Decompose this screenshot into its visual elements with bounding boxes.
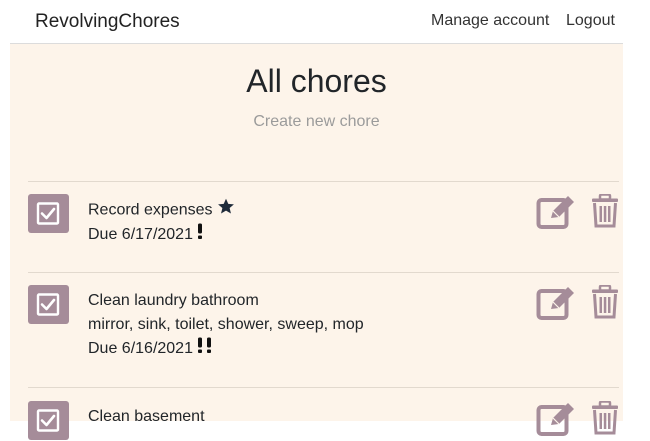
edit-icon[interactable] (536, 401, 576, 437)
chore-item: Clean laundry bathroom mirror, sink, toi… (28, 285, 619, 385)
main-content: All chores Create new chore Record expen… (10, 44, 623, 440)
chore-notes: mirror, sink, toilet, shower, sweep, mop (88, 316, 364, 333)
chore-title: Clean laundry bathroom (88, 292, 259, 309)
trash-icon[interactable] (591, 194, 619, 228)
list-divider (28, 387, 619, 388)
list-divider (28, 272, 619, 273)
navbar: RevolvingChores Manage account Logout (0, 0, 650, 44)
trash-icon[interactable] (591, 401, 619, 435)
edit-icon[interactable] (536, 285, 576, 321)
edit-icon[interactable] (536, 194, 576, 230)
chore-title: Record expenses (88, 201, 213, 219)
chore-title: Clean basement (88, 408, 205, 425)
brand-link[interactable]: RevolvingChores (35, 11, 180, 33)
complete-chore-button[interactable] (28, 194, 69, 233)
chore-details: Clean laundry bathroom mirror, sink, toi… (88, 289, 364, 361)
exclamation-icon (206, 337, 212, 361)
page-title: All chores (246, 63, 387, 99)
star-icon (217, 198, 235, 223)
check-square-icon (36, 293, 60, 316)
chore-item: Clean basement (28, 401, 619, 441)
trash-icon[interactable] (591, 285, 619, 319)
chore-details: Record expenses Due 6/17/2021 (88, 198, 235, 247)
chore-item: Record expenses Due 6/17/2021 (28, 194, 619, 274)
complete-chore-button[interactable] (28, 285, 69, 324)
chore-details: Clean basement (88, 405, 205, 429)
manage-account-link[interactable]: Manage account (431, 12, 549, 30)
exclamation-icon (197, 337, 203, 361)
exclamation-icon (197, 223, 203, 247)
logout-link[interactable]: Logout (566, 12, 615, 30)
check-square-icon (36, 202, 60, 225)
chore-due-date: Due 6/16/2021 (88, 340, 193, 358)
chore-due-date: Due 6/17/2021 (88, 226, 193, 244)
create-chore-link[interactable]: Create new chore (10, 113, 623, 131)
list-divider (28, 181, 619, 182)
